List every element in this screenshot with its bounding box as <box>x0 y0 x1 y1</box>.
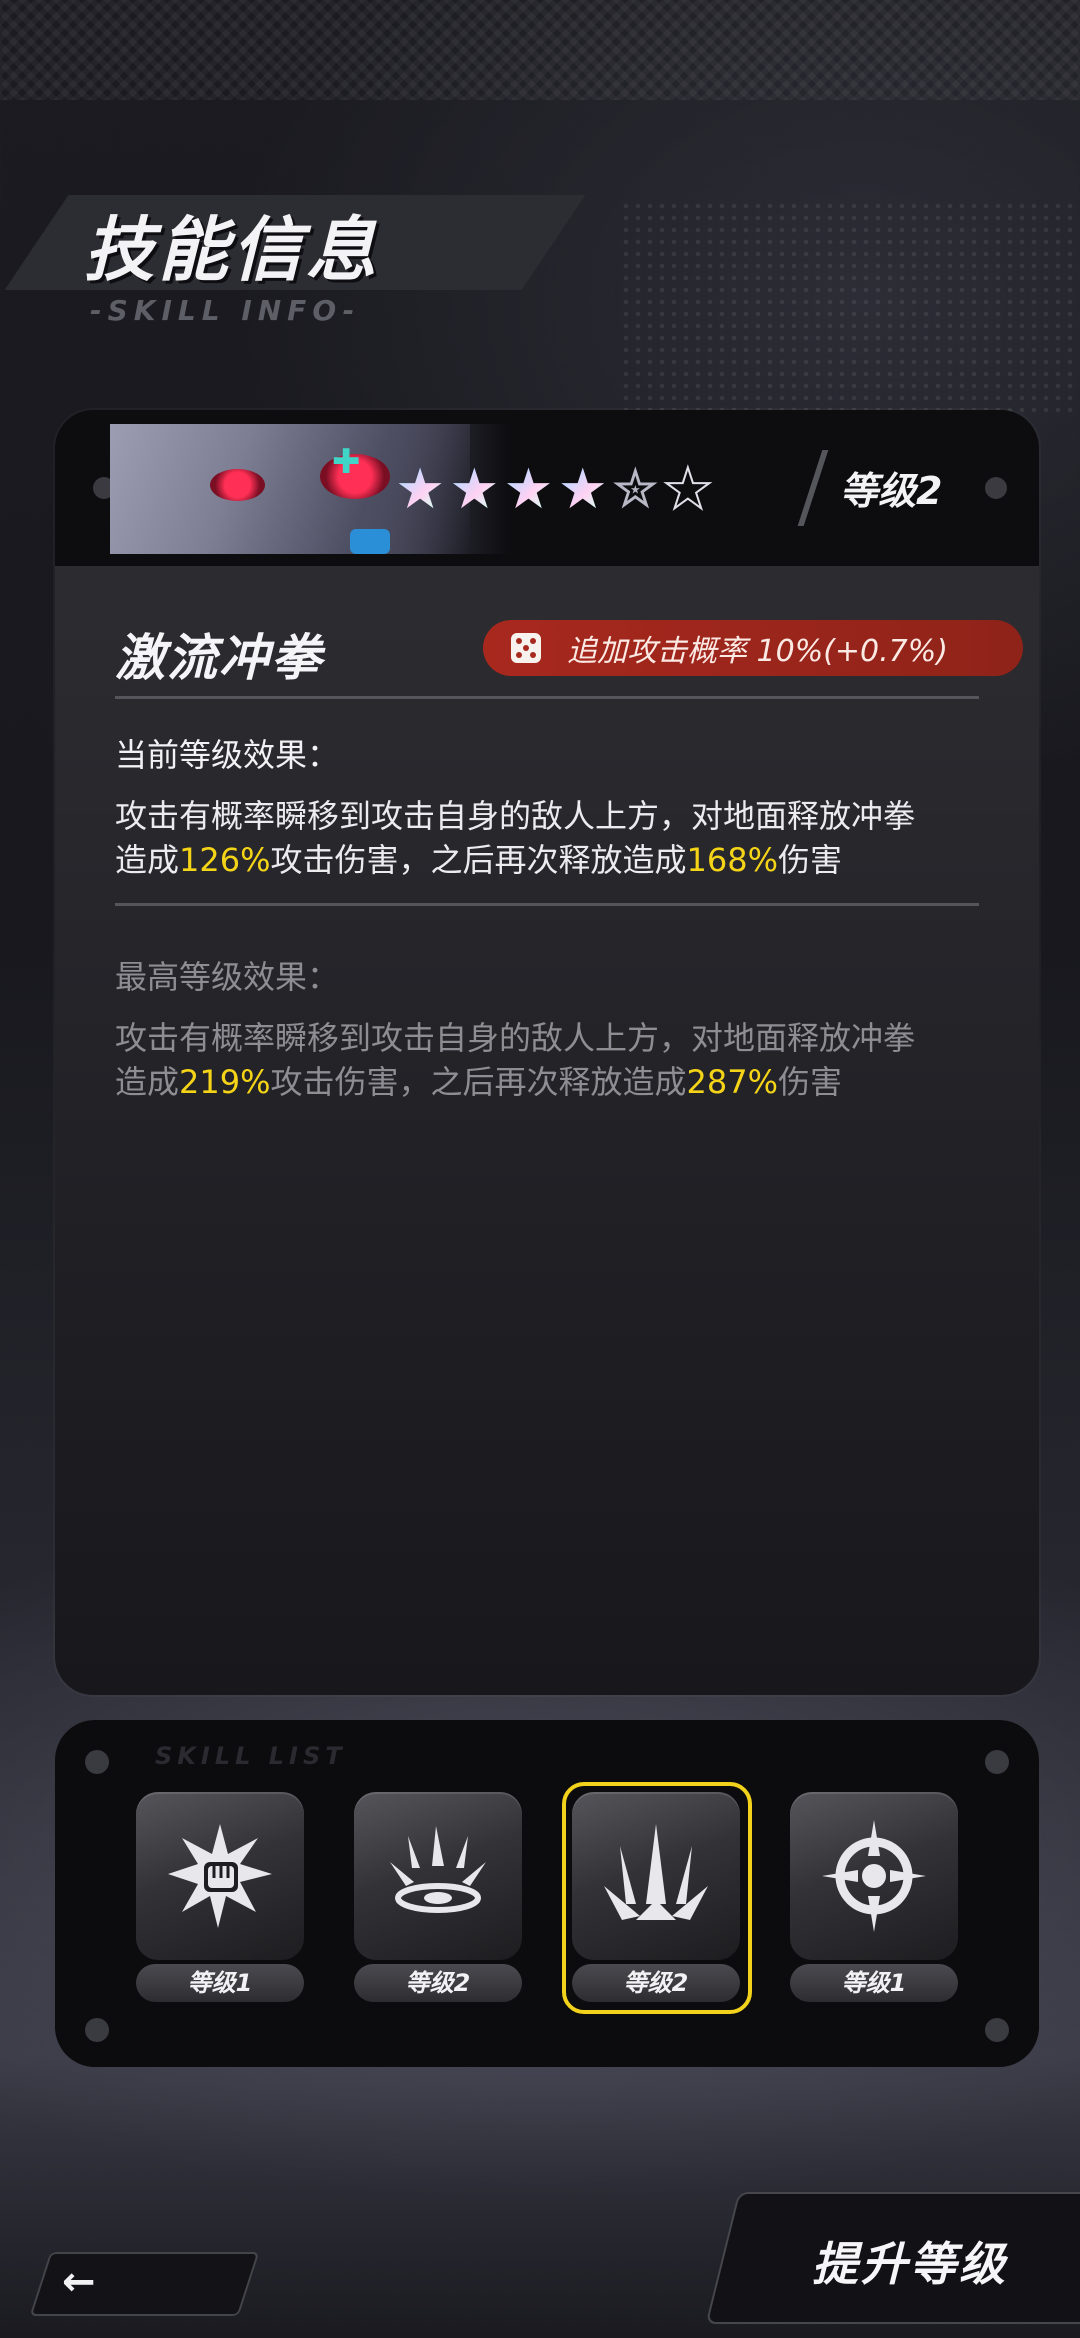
rivet-dot <box>85 2018 109 2042</box>
skill-list-subtitle: SKILL LIST <box>155 1742 347 1770</box>
star-icon-half: ✮ <box>611 457 659 522</box>
header-divider <box>797 450 829 526</box>
max-value-2: 287% <box>686 1063 778 1101</box>
star-icon-filled: ★ <box>503 457 554 522</box>
top-pattern <box>0 0 1080 100</box>
current-effect-description: 攻击有概率瞬移到攻击自身的敌人上方，对地面释放冲拳 造成126%攻击伤害，之后再… <box>115 797 916 879</box>
skill-info-card: ✚ ★ ★ ★ ★ ✮ ★ 等级2 激流冲拳 追加攻击概率 10%(+0.7%)… <box>55 410 1039 1695</box>
current-effect-title: 当前等级效果： <box>115 736 340 774</box>
skill-slot-level: 等级2 <box>354 1964 522 2002</box>
star-icon-filled: ★ <box>557 457 608 522</box>
star-icon-filled: ★ <box>449 457 500 522</box>
dot-pattern <box>620 200 1080 420</box>
skill-name: 激流冲拳 <box>115 629 323 687</box>
crosshair-ring-icon <box>822 1820 926 1932</box>
max-effect-title: 最高等级效果： <box>115 958 340 996</box>
skill-slot-level: 等级2 <box>572 1964 740 2002</box>
rivet-dot <box>85 1750 109 1774</box>
skill-slot-level: 等级1 <box>136 1964 304 2002</box>
divider <box>115 696 979 699</box>
skill-list-panel: SKILL LIST 等级1 等级2 等级2 等级1 <box>55 1720 1039 2067</box>
spike-burst-icon <box>604 1824 708 1920</box>
star-icon-filled: ★ <box>395 457 446 522</box>
current-value-2: 168% <box>686 841 778 879</box>
ground-shock-icon <box>390 1826 486 1913</box>
divider <box>115 903 979 906</box>
skill-slot-level: 等级1 <box>790 1964 958 2002</box>
card-header: ✚ ★ ★ ★ ★ ✮ ★ 等级2 <box>55 410 1039 566</box>
max-effect-description: 攻击有概率瞬移到攻击自身的敌人上方，对地面释放冲拳 造成219%攻击伤害，之后再… <box>115 1019 916 1101</box>
bonus-text: 追加攻击概率 10%(+0.7%) <box>567 634 948 669</box>
bonus-badge: 追加攻击概率 10%(+0.7%) <box>483 620 1023 676</box>
star-rating: ★ ★ ★ ★ ✮ ★ <box>395 457 714 522</box>
page-subtitle: -SKILL INFO- <box>90 294 361 327</box>
rivet-dot <box>985 477 1007 499</box>
current-value-1: 126% <box>179 841 271 879</box>
back-arrow-icon[interactable]: ← <box>62 2262 96 2302</box>
max-value-1: 219% <box>179 1063 271 1101</box>
dice-icon <box>511 633 541 663</box>
page-header: 技能信息 -SKILL INFO- <box>10 180 570 340</box>
rivet-dot <box>985 2018 1009 2042</box>
rivet-dot <box>985 1750 1009 1774</box>
star-icon-empty: ★ <box>662 457 714 522</box>
page-title: 技能信息 <box>84 209 380 291</box>
upgrade-button-label[interactable]: 提升等级 <box>812 2228 1008 2294</box>
skill-level-label: 等级2 <box>840 469 943 513</box>
fist-burst-icon <box>168 1824 272 1928</box>
